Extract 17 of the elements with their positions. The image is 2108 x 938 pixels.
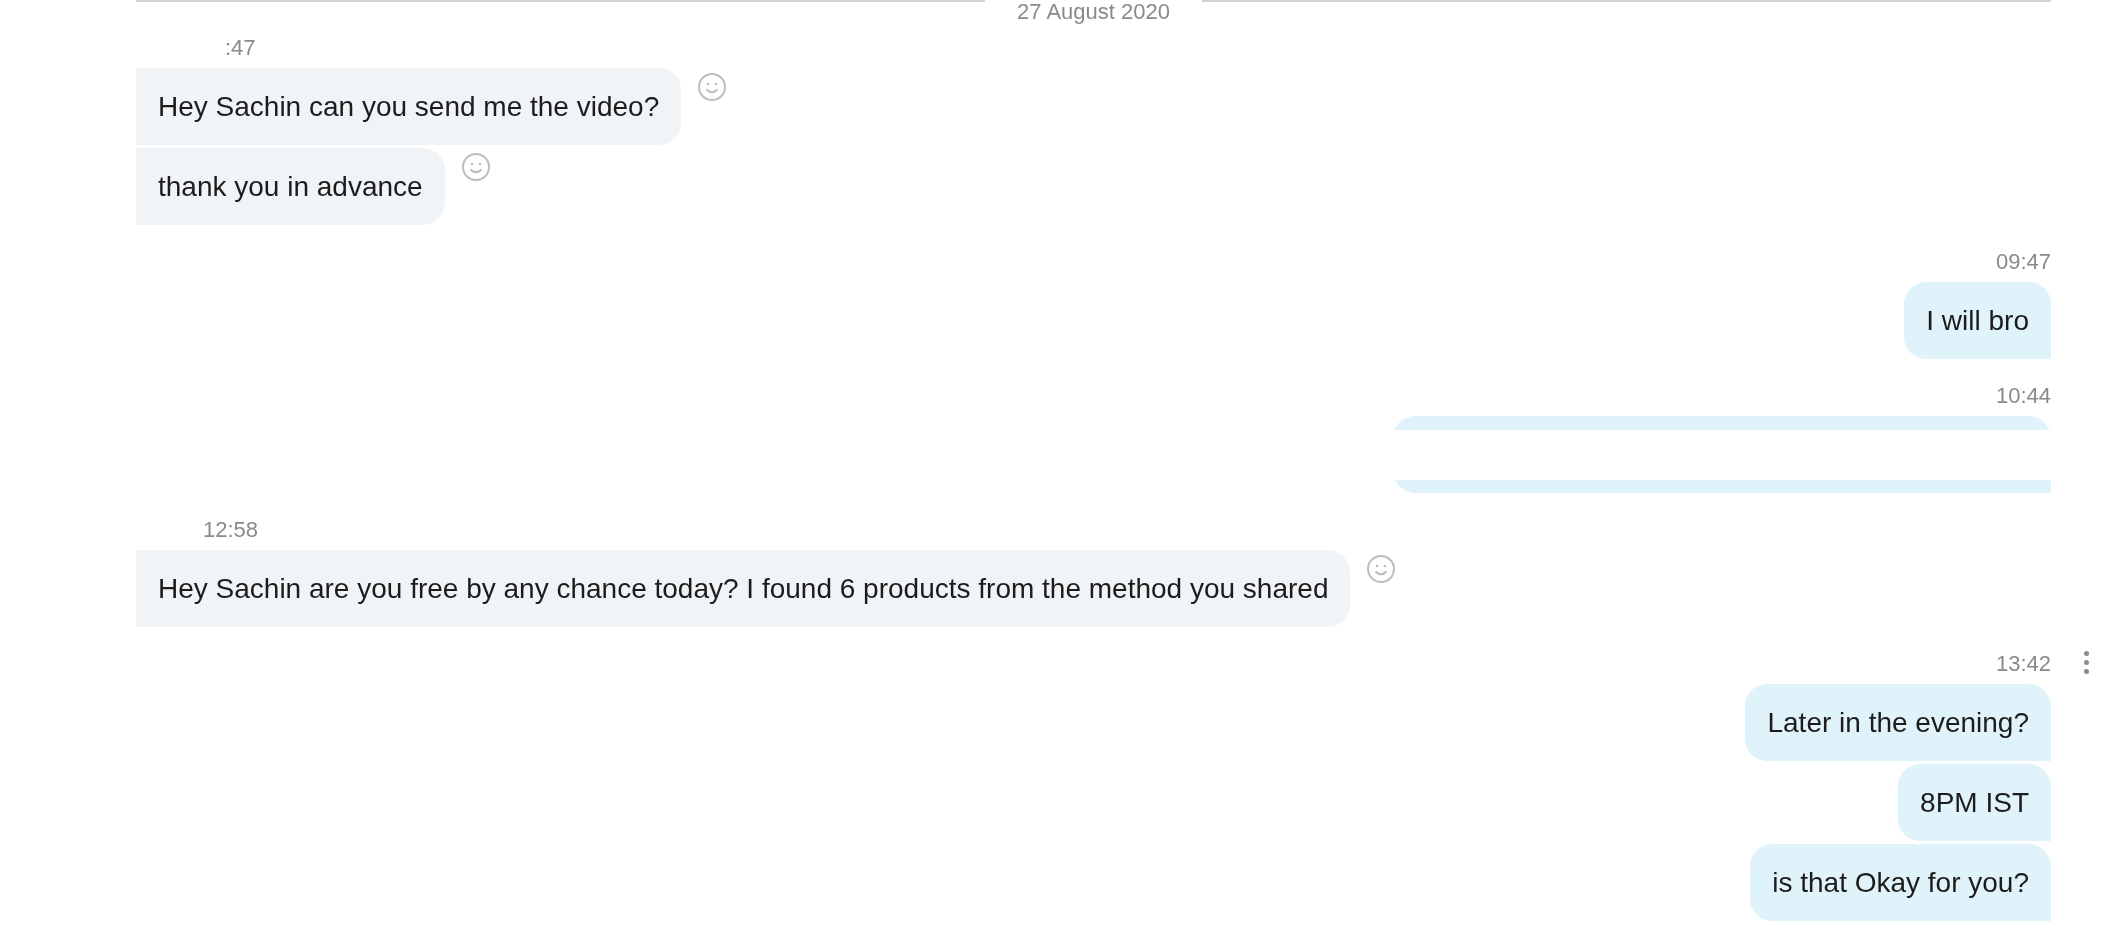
- date-separator: 27 August 2020: [1016, 1, 1171, 23]
- timestamp: 12:58: [203, 517, 259, 543]
- message-bubble: Later in the evening?: [1745, 684, 2051, 761]
- message-bubble: Hey Sachin can you send me the video?: [136, 68, 682, 145]
- timestamp: 09:47: [1995, 249, 2051, 275]
- emoji-reaction-icon[interactable]: [460, 152, 491, 182]
- message-bubble: is that Okay for you?: [1750, 844, 2051, 921]
- timestamp: 10:44: [1995, 383, 2051, 409]
- message-bubble: 8PM IST: [1898, 764, 2051, 841]
- emoji-reaction-icon[interactable]: [697, 72, 728, 102]
- emoji-reaction-icon[interactable]: [1366, 554, 1397, 584]
- message-bubble: I will bro: [1904, 282, 2051, 359]
- more-options-icon[interactable]: [2084, 651, 2089, 674]
- timestamp: 13:42: [1995, 651, 2051, 677]
- message-bubble: thank you in advance: [136, 148, 445, 225]
- message-bubble: Hey Sachin are you free by any chance today? I found 6 products from the method you shared: [136, 550, 1351, 627]
- timestamp: :47: [225, 35, 256, 61]
